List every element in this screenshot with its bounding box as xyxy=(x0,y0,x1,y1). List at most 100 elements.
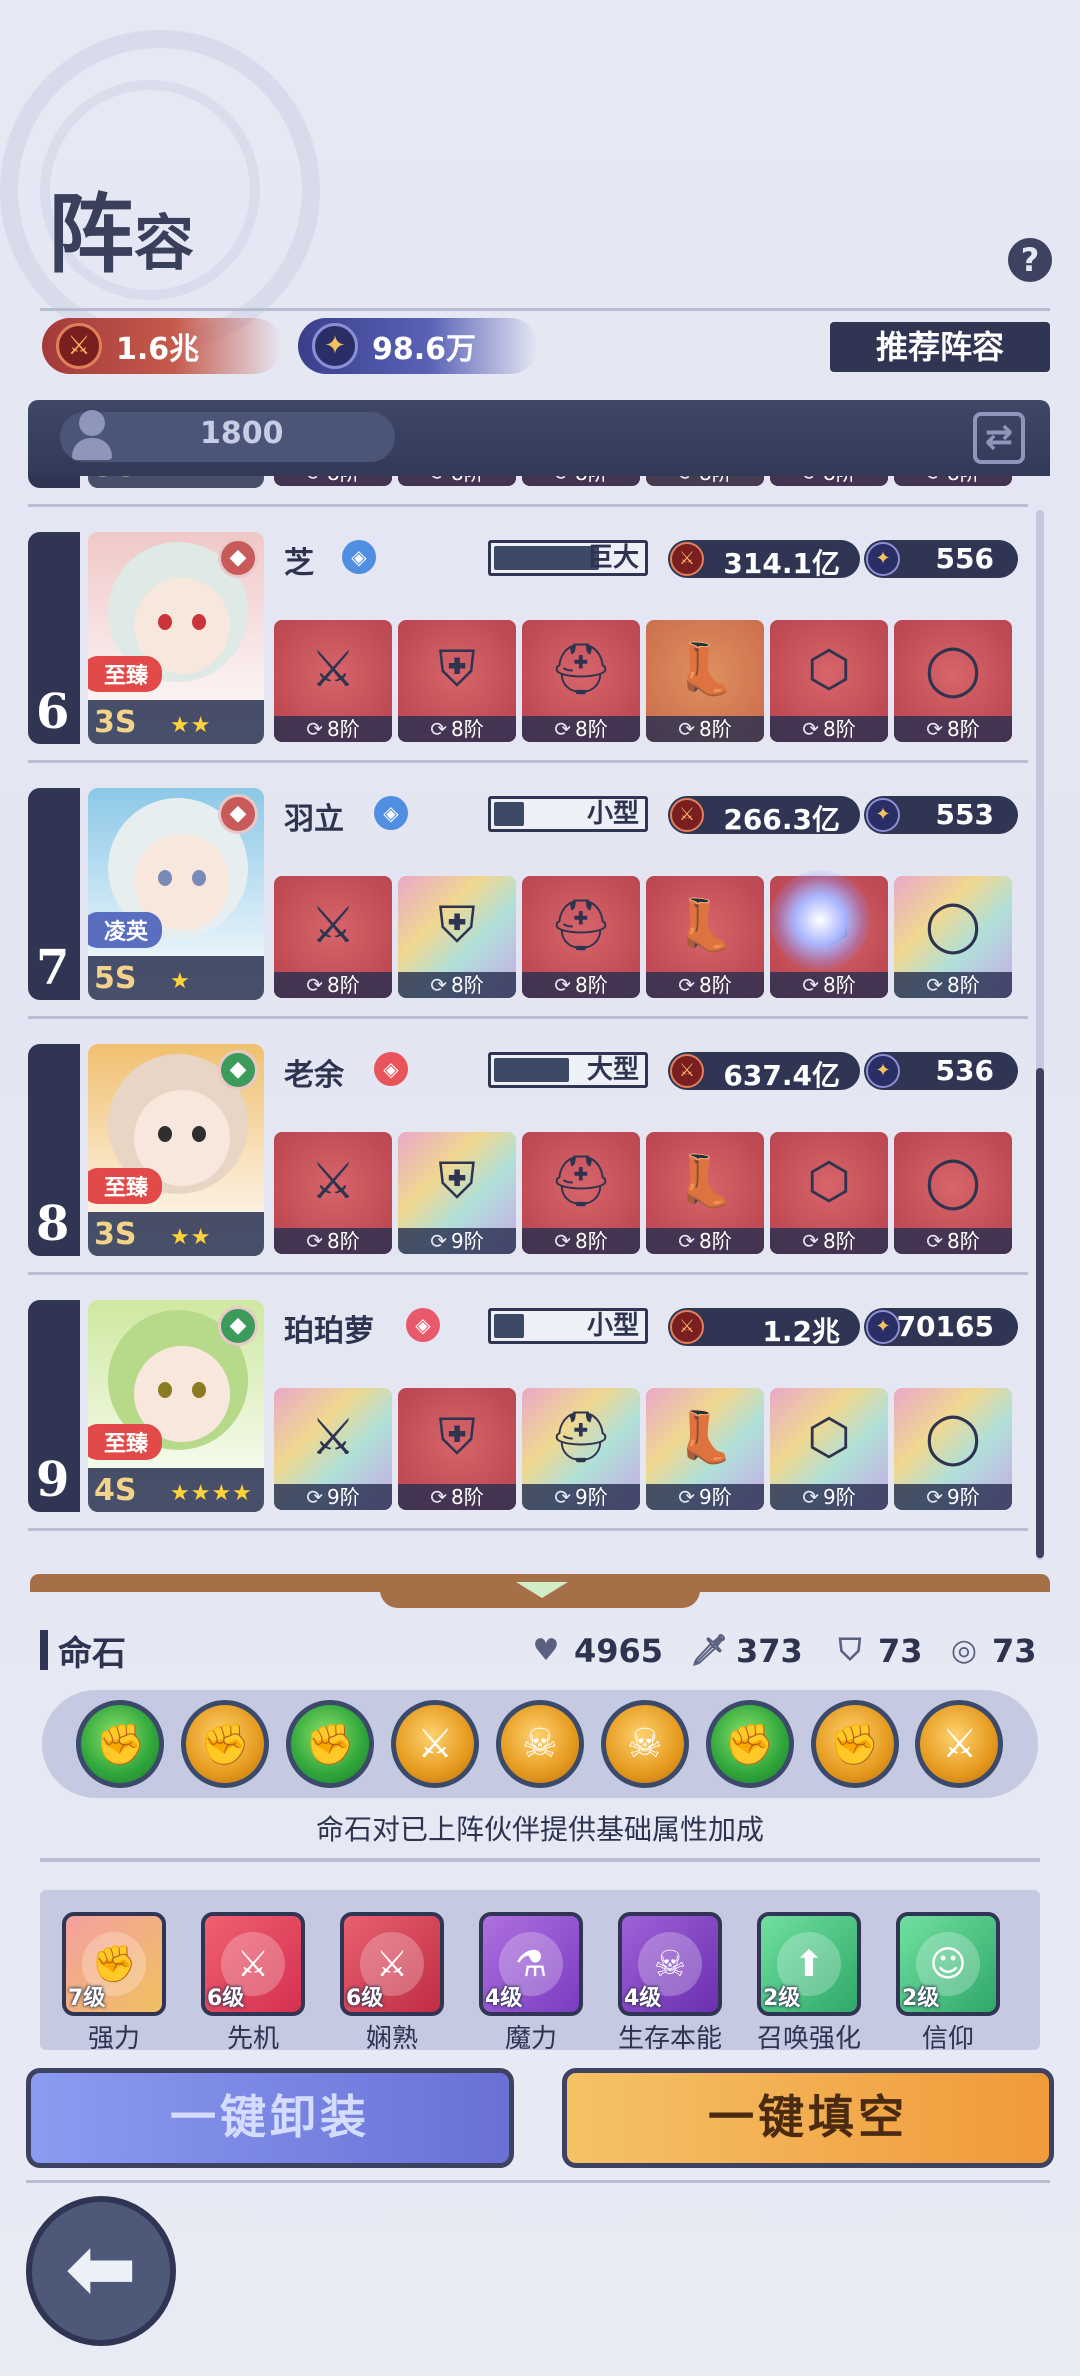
help-icon[interactable]: ? xyxy=(1008,238,1052,282)
buff-item[interactable]: ⚔ 6级 娴熟 xyxy=(340,1912,444,2055)
power-icon: ⚔ xyxy=(670,1310,704,1344)
buff-item[interactable]: ⬆ 2级 召唤强化 xyxy=(757,1912,861,2055)
equipment-slot[interactable]: 👢 ⟳ 8阶 xyxy=(646,1132,764,1254)
stat-hp-value: 4965 xyxy=(574,1632,664,1670)
equipment-slot[interactable]: 👢 ⟳ 9阶 xyxy=(646,1388,764,1510)
fate-stone-icon[interactable]: ☠ xyxy=(600,1700,689,1788)
buff-label: 生存本能 xyxy=(617,2024,722,2054)
bottom-divider xyxy=(26,2180,1050,2183)
upgrade-icon: ⟳ xyxy=(802,717,820,741)
hero-size-bar: 小型 xyxy=(488,796,648,832)
hero-portrait[interactable]: ◆ 至臻 3S ★★ xyxy=(88,532,264,744)
equipment-slot[interactable]: ☗⟳8阶 xyxy=(770,476,888,486)
equipment-slot[interactable]: ☗⟳8阶 xyxy=(398,476,516,486)
equipment-grade: 8阶 xyxy=(947,717,980,741)
upgrade-icon: ⟳ xyxy=(678,1485,696,1509)
equipment-slot[interactable]: ⛑ ⟳ 8阶 xyxy=(522,876,640,998)
buff-item[interactable]: ⚗ 4级 魔力 xyxy=(479,1912,583,2055)
hero-row[interactable]: 6 ◆ 至臻 3S ★★ 芝 ◈ 巨大 ⚔ 314.1亿 ✦ 556 ⚔ ⟳ 8阶 ⛨ ⟳ 8阶 ⛑ ⟳ 8阶 👢 ⟳ 8阶 ⬡… xyxy=(28,526,1028,782)
speed-icon: ✦ xyxy=(866,798,900,832)
equipment-slot[interactable]: 👢 ⟳ 8阶 xyxy=(646,620,764,742)
equipment-grade: 8阶 xyxy=(699,476,732,485)
equipment-slot[interactable]: ☗⟳8阶 xyxy=(274,476,392,486)
equipment-slot[interactable]: 👢 ⟳ 8阶 xyxy=(646,876,764,998)
list-scrollbar-thumb[interactable] xyxy=(1036,1068,1044,1558)
fate-stone-header: 命石 xyxy=(40,1628,126,1674)
equipment-slot[interactable]: ⛨ ⟳ 8阶 xyxy=(398,620,516,742)
chevron-down-icon[interactable] xyxy=(516,1582,568,1598)
hero-row[interactable]: 5◆3S★★☗⟳8阶☗⟳8阶☗⟳8阶☗⟳8阶☗⟳8阶☗⟳8阶 xyxy=(28,476,1028,526)
equipment-icon: ⛑ xyxy=(549,1407,613,1466)
buff-icon-box[interactable]: ⚗ 4级 xyxy=(479,1912,583,2016)
hero-size-fill xyxy=(494,546,599,570)
hero-size-label: 巨大 xyxy=(586,543,639,573)
equipment-slot[interactable]: ⛑ ⟳ 8阶 xyxy=(522,1132,640,1254)
hero-quality-tag: 至臻 xyxy=(88,1424,163,1460)
hero-row[interactable]: 9 ◆ 至臻 4S ★★★★ 珀珀萝 ◈ 小型 ⚔ 1.2兆 ✦ 70165 ⚔ ⟳ 9阶 ⛨ ⟳ 8阶 ⛑ ⟳ 9阶 👢… xyxy=(28,1294,1028,1550)
fate-stone-icon[interactable]: ✊ xyxy=(286,1700,375,1788)
equipment-slot[interactable]: ◯ ⟳ 8阶 xyxy=(894,620,1012,742)
fate-stone-icon[interactable]: ⚔ xyxy=(915,1700,1004,1788)
hero-portrait[interactable]: ◆3S★★ xyxy=(88,476,264,488)
equipment-slot[interactable]: ◯ ⟳ 8阶 xyxy=(894,876,1012,998)
hero-name: 老余 xyxy=(284,1058,344,1093)
buff-item[interactable]: ✊ 7级 强力 xyxy=(62,1912,166,2055)
hero-size-fill xyxy=(494,802,524,826)
equipment-slot[interactable]: ⬡ ⟳8阶 xyxy=(770,1132,888,1254)
equipment-slot[interactable]: ⛨ ⟳ 8阶 xyxy=(398,1388,516,1510)
unload-all-button[interactable]: 一键卸装 xyxy=(26,2068,514,2168)
rank-badge: 6 xyxy=(28,532,80,744)
equipment-slot[interactable]: ☗⟳8阶 xyxy=(646,476,764,486)
lineup-list[interactable]: 5◆3S★★☗⟳8阶☗⟳8阶☗⟳8阶☗⟳8阶☗⟳8阶☗⟳8阶6◆至臻3S★★芝◈… xyxy=(28,476,1038,1556)
equipment-slot[interactable]: ⚔ ⟳ 8阶 xyxy=(274,1132,392,1254)
back-arrow-icon[interactable]: ⬅ xyxy=(26,2196,176,2346)
hero-power: ⚔ 1.2兆 xyxy=(668,1308,860,1348)
hero-portrait[interactable]: ◆ 凌英 5S ★ xyxy=(88,788,264,1000)
hero-portrait[interactable]: ◆ 至臻 4S ★★★★ xyxy=(88,1300,264,1512)
fate-stone-icon[interactable]: ☠ xyxy=(495,1700,584,1788)
equipment-grade: 8阶 xyxy=(575,476,608,485)
equipment-slot[interactable]: ⬡ ⟳ 9阶 xyxy=(770,1388,888,1510)
fate-stone-icon[interactable]: ✊ xyxy=(705,1700,794,1788)
equipment-grade: 8阶 xyxy=(575,717,608,741)
hero-row[interactable]: 7◆凌英5S★羽立◈小型⚔266.3亿✦553⚔⟳8阶⛨⟳8阶⛑⟳8阶👢⟳8阶⬡… xyxy=(28,782,1028,1038)
fate-stone-icon[interactable]: ✊ xyxy=(810,1700,899,1788)
buff-item[interactable]: ⚔ 6级 先机 xyxy=(201,1912,305,2055)
equipment-slot[interactable]: ⛑ ⟳ 8阶 xyxy=(522,620,640,742)
equipment-slot[interactable]: ⚔ ⟳ 8阶 xyxy=(274,876,392,998)
fate-stone-icon[interactable]: ⚔ xyxy=(391,1700,480,1788)
equipment-slot[interactable]: ⛑ ⟳ 9阶 xyxy=(522,1388,640,1510)
hero-power: ⚔ 314.1亿 xyxy=(668,540,860,580)
equipment-slots: ⚔⟳8阶⛨⟳8阶⛑⟳8阶👢⟳8阶⬡⟳8阶◯⟳8阶 xyxy=(274,876,1012,998)
buff-icon-box[interactable]: ☺ 2级 xyxy=(896,1912,1000,2016)
equipment-icon: 👢 xyxy=(673,1151,737,1210)
fate-stone-icon[interactable]: ✊ xyxy=(76,1700,165,1788)
fate-stone-icon[interactable]: ✊ xyxy=(181,1700,270,1788)
hero-portrait[interactable]: ◆ 至臻 3S ★★ xyxy=(88,1044,264,1256)
buff-item[interactable]: ☺ 2级 信仰 xyxy=(896,1912,1000,2055)
equipment-slot[interactable]: ◯ ⟳ 8阶 xyxy=(894,1132,1012,1254)
buff-label: 强力 xyxy=(87,2024,140,2054)
equipment-slot[interactable]: ⛨ ⟳ 8阶 xyxy=(398,876,516,998)
stat-resist: ◎ 73 xyxy=(946,1632,1037,1670)
buff-icon-box[interactable]: ✊ 7级 xyxy=(62,1912,166,2016)
equipment-slot[interactable]: ⬡ ⟳8阶 xyxy=(770,620,888,742)
upgrade-icon: ⟳ xyxy=(926,1485,944,1509)
buff-icon-box[interactable]: ⚔ 6级 xyxy=(340,1912,444,2016)
stat-attack-value: 373 xyxy=(736,1632,803,1670)
swap-icon[interactable]: ⇄ xyxy=(973,412,1025,464)
fill-all-button[interactable]: 一键填空 xyxy=(562,2068,1054,2168)
equipment-slot[interactable]: ⛨ ⟳ 9阶 xyxy=(398,1132,516,1254)
buff-icon-box[interactable]: ☠ 4级 xyxy=(618,1912,722,2016)
equipment-slot[interactable]: ☗⟳8阶 xyxy=(894,476,1012,486)
buff-icon-box[interactable]: ⬆ 2级 xyxy=(757,1912,861,2016)
recommend-lineup-button[interactable]: 推荐阵容 xyxy=(830,322,1050,372)
equipment-slot[interactable]: ⚔ ⟳ 8阶 xyxy=(274,620,392,742)
buff-item[interactable]: ☠ 4级 生存本能 xyxy=(618,1912,722,2055)
fate-stone-divider xyxy=(40,1858,1040,1862)
buff-icon-box[interactable]: ⚔ 6级 xyxy=(201,1912,305,2016)
equipment-slot[interactable]: ◯ ⟳ 9阶 xyxy=(894,1388,1012,1510)
equipment-slot[interactable]: ☗⟳8阶 xyxy=(522,476,640,486)
hero-row[interactable]: 8 ◆ 至臻 3S ★★ 老余 ◈ 大型 ⚔ 637.4亿 ✦ 536 ⚔ ⟳ 8阶 ⛨ ⟳ 9阶 ⛑ ⟳ 8阶 👢 ⟳ 8阶… xyxy=(28,1038,1028,1294)
equipment-slot[interactable]: ⚔ ⟳ 9阶 xyxy=(274,1388,392,1510)
